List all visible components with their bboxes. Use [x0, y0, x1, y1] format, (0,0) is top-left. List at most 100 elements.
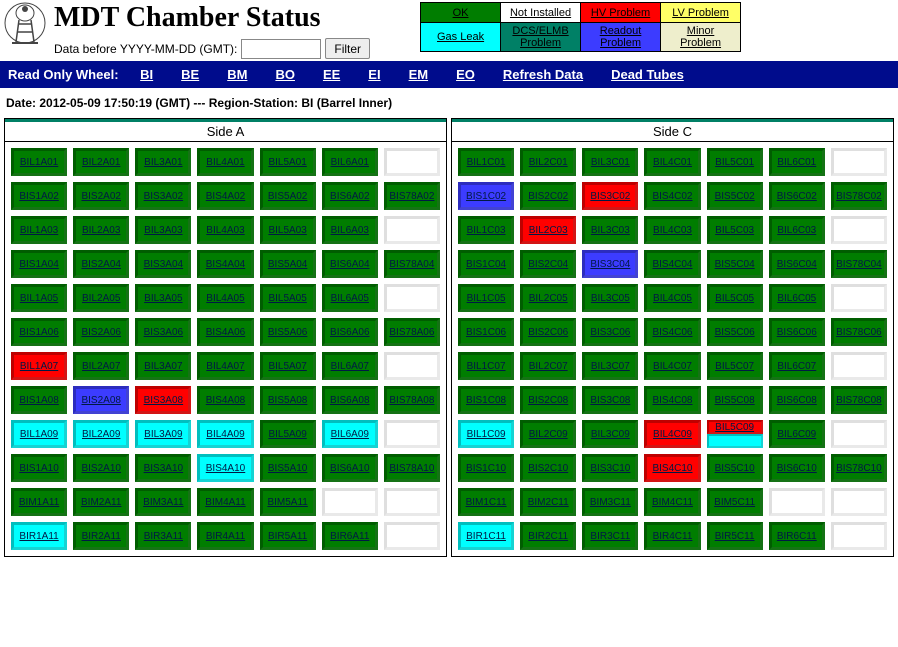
chamber-bim4a11[interactable]: BIM4A11: [197, 488, 253, 516]
chamber-bil2a05[interactable]: BIL2A05: [73, 284, 129, 312]
chamber-bil3c09[interactable]: BIL3C09: [582, 420, 638, 448]
chamber-bis5c10[interactable]: BIS5C10: [707, 454, 763, 482]
chamber-bil5c05[interactable]: BIL5C05: [707, 284, 763, 312]
chamber-bis5c04[interactable]: BIS5C04: [707, 250, 763, 278]
chamber-bil6a01[interactable]: BIL6A01: [322, 148, 378, 176]
legend-hv-problem[interactable]: HV Problem: [581, 3, 661, 23]
chamber-bis5a02[interactable]: BIS5A02: [260, 182, 316, 210]
chamber-bim4c11[interactable]: BIM4C11: [644, 488, 700, 516]
chamber-bis4a08[interactable]: BIS4A08: [197, 386, 253, 414]
chamber-bil1a05[interactable]: BIL1A05: [11, 284, 67, 312]
chamber-bis5c08[interactable]: BIS5C08: [707, 386, 763, 414]
chamber-bil4a05[interactable]: BIL4A05: [197, 284, 253, 312]
chamber-bil2c09[interactable]: BIL2C09: [520, 420, 576, 448]
chamber-bis1a02[interactable]: BIS1A02: [11, 182, 67, 210]
chamber-bis2a06[interactable]: BIS2A06: [73, 318, 129, 346]
chamber-bil5c03[interactable]: BIL5C03: [707, 216, 763, 244]
chamber-bil1c01[interactable]: BIL1C01: [458, 148, 514, 176]
chamber-bis4c06[interactable]: BIS4C06: [644, 318, 700, 346]
chamber-bil1a01[interactable]: BIL1A01: [11, 148, 67, 176]
chamber-bis4c08[interactable]: BIS4C08: [644, 386, 700, 414]
chamber-bil6a07[interactable]: BIL6A07: [322, 352, 378, 380]
chamber-bil5c01[interactable]: BIL5C01: [707, 148, 763, 176]
chamber-bis2c10[interactable]: BIS2C10: [520, 454, 576, 482]
chamber-bil3a09[interactable]: BIL3A09: [135, 420, 191, 448]
chamber-bim5c11[interactable]: BIM5C11: [707, 488, 763, 516]
chamber-bis2c08[interactable]: BIS2C08: [520, 386, 576, 414]
nav-link-eo[interactable]: EO: [456, 67, 475, 82]
chamber-bis2a02[interactable]: BIS2A02: [73, 182, 129, 210]
chamber-bis78c06[interactable]: BIS78C06: [831, 318, 887, 346]
chamber-bil4a01[interactable]: BIL4A01: [197, 148, 253, 176]
chamber-bir4a11[interactable]: BIR4A11: [197, 522, 253, 550]
chamber-bil1c05[interactable]: BIL1C05: [458, 284, 514, 312]
chamber-bis6a08[interactable]: BIS6A08: [322, 386, 378, 414]
chamber-bis4c04[interactable]: BIS4C04: [644, 250, 700, 278]
chamber-bir1a11[interactable]: BIR1A11: [11, 522, 67, 550]
chamber-bil4a07[interactable]: BIL4A07: [197, 352, 253, 380]
chamber-bil6a09[interactable]: BIL6A09: [322, 420, 378, 448]
chamber-bis3c08[interactable]: BIS3C08: [582, 386, 638, 414]
chamber-bil2c05[interactable]: BIL2C05: [520, 284, 576, 312]
chamber-bis5a08[interactable]: BIS5A08: [260, 386, 316, 414]
chamber-bis2c06[interactable]: BIS2C06: [520, 318, 576, 346]
chamber-bil5a05[interactable]: BIL5A05: [260, 284, 316, 312]
chamber-bim5a11[interactable]: BIM5A11: [260, 488, 316, 516]
chamber-bis5a04[interactable]: BIS5A04: [260, 250, 316, 278]
chamber-bil4c09[interactable]: BIL4C09: [644, 420, 700, 448]
nav-link-dead-tubes[interactable]: Dead Tubes: [611, 67, 684, 82]
chamber-bil3c05[interactable]: BIL3C05: [582, 284, 638, 312]
chamber-bis6c04[interactable]: BIS6C04: [769, 250, 825, 278]
legend-not-installed[interactable]: Not Installed: [501, 3, 581, 23]
chamber-bir3c11[interactable]: BIR3C11: [582, 522, 638, 550]
chamber-bim3c11[interactable]: BIM3C11: [582, 488, 638, 516]
chamber-bil2a01[interactable]: BIL2A01: [73, 148, 129, 176]
chamber-bil2a03[interactable]: BIL2A03: [73, 216, 129, 244]
chamber-bis1c06[interactable]: BIS1C06: [458, 318, 514, 346]
chamber-bil2c03[interactable]: BIL2C03: [520, 216, 576, 244]
chamber-bim2c11[interactable]: BIM2C11: [520, 488, 576, 516]
chamber-bil6a05[interactable]: BIL6A05: [322, 284, 378, 312]
chamber-bis1c08[interactable]: BIS1C08: [458, 386, 514, 414]
chamber-bis2c04[interactable]: BIS2C04: [520, 250, 576, 278]
chamber-bil6c07[interactable]: BIL6C07: [769, 352, 825, 380]
chamber-bis78c02[interactable]: BIS78C02: [831, 182, 887, 210]
chamber-bil3a03[interactable]: BIL3A03: [135, 216, 191, 244]
chamber-bis1c02[interactable]: BIS1C02: [458, 182, 514, 210]
chamber-bil3c03[interactable]: BIL3C03: [582, 216, 638, 244]
chamber-bis3c04[interactable]: BIS3C04: [582, 250, 638, 278]
chamber-bis78a06[interactable]: BIS78A06: [384, 318, 440, 346]
chamber-bil4c03[interactable]: BIL4C03: [644, 216, 700, 244]
chamber-bim1c11[interactable]: BIM1C11: [458, 488, 514, 516]
legend-ok[interactable]: OK: [421, 3, 501, 23]
chamber-bis5a10[interactable]: BIS5A10: [260, 454, 316, 482]
chamber-bil6a03[interactable]: BIL6A03: [322, 216, 378, 244]
chamber-bil4a09[interactable]: BIL4A09: [197, 420, 253, 448]
chamber-bis6a02[interactable]: BIS6A02: [322, 182, 378, 210]
chamber-bis4c02[interactable]: BIS4C02: [644, 182, 700, 210]
chamber-bis78a08[interactable]: BIS78A08: [384, 386, 440, 414]
chamber-bis5c02[interactable]: BIS5C02: [707, 182, 763, 210]
chamber-bil2c07[interactable]: BIL2C07: [520, 352, 576, 380]
chamber-bil3c07[interactable]: BIL3C07: [582, 352, 638, 380]
chamber-bil5c09[interactable]: BIL5C09: [707, 420, 763, 448]
chamber-bis1a06[interactable]: BIS1A06: [11, 318, 67, 346]
nav-link-be[interactable]: BE: [181, 67, 199, 82]
nav-link-bm[interactable]: BM: [227, 67, 247, 82]
chamber-bim2a11[interactable]: BIM2A11: [73, 488, 129, 516]
chamber-bis78c04[interactable]: BIS78C04: [831, 250, 887, 278]
nav-link-refresh-data[interactable]: Refresh Data: [503, 67, 583, 82]
chamber-bis4c10[interactable]: BIS4C10: [644, 454, 700, 482]
chamber-bis6c06[interactable]: BIS6C06: [769, 318, 825, 346]
chamber-bis3c06[interactable]: BIS3C06: [582, 318, 638, 346]
chamber-bim3a11[interactable]: BIM3A11: [135, 488, 191, 516]
chamber-bir6c11[interactable]: BIR6C11: [769, 522, 825, 550]
chamber-bil6c05[interactable]: BIL6C05: [769, 284, 825, 312]
chamber-bil5a01[interactable]: BIL5A01: [260, 148, 316, 176]
chamber-bil2a07[interactable]: BIL2A07: [73, 352, 129, 380]
nav-link-em[interactable]: EM: [409, 67, 429, 82]
chamber-bis78c10[interactable]: BIS78C10: [831, 454, 887, 482]
chamber-bil1c07[interactable]: BIL1C07: [458, 352, 514, 380]
chamber-bis1a04[interactable]: BIS1A04: [11, 250, 67, 278]
chamber-bil6c01[interactable]: BIL6C01: [769, 148, 825, 176]
